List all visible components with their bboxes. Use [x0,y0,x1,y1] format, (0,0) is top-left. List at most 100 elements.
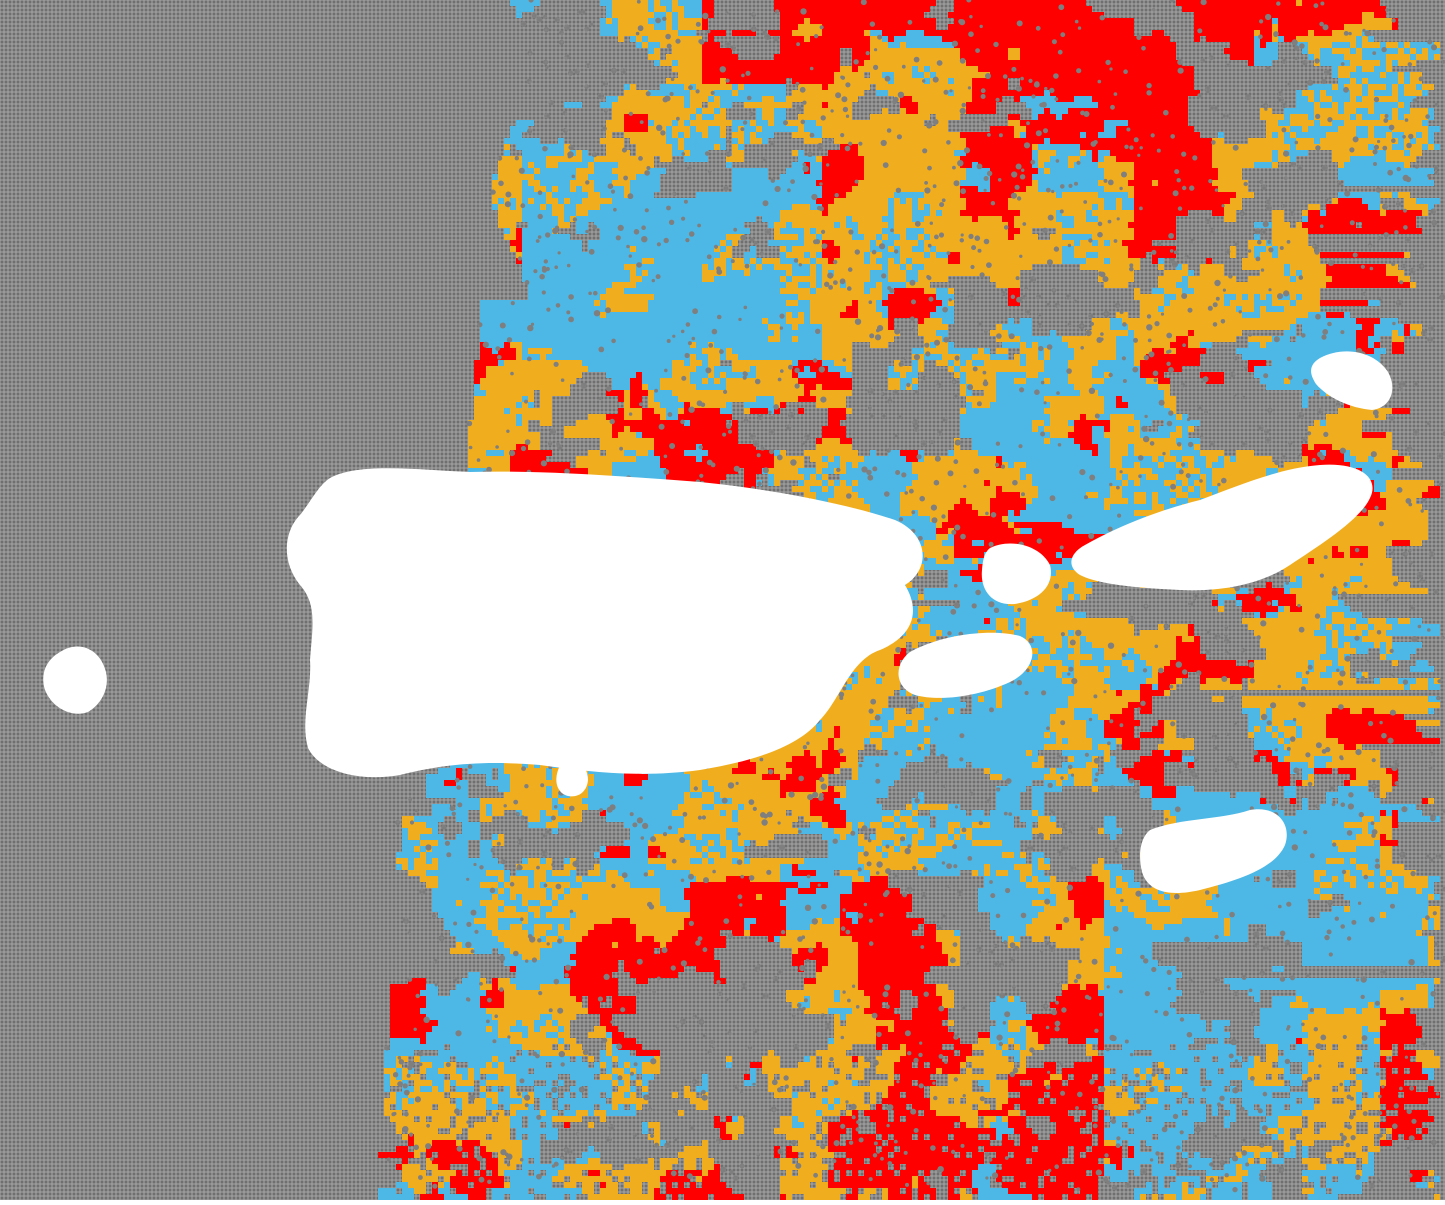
class-cell-run [1320,300,1368,306]
class-cell-run [822,456,828,462]
class-cell-run [1032,144,1038,150]
class-cell-run [780,210,822,216]
class-cell-run [960,426,1032,432]
class-cell-run [828,954,858,960]
class-cell-run [708,102,720,108]
class-cell-run [1266,612,1278,618]
class-cell-run [852,918,858,924]
class-cell-run [468,450,486,456]
class-cell-run [666,138,678,144]
class-cell-run [1302,456,1308,462]
class-cell-run [468,1062,486,1068]
class-cell-run [672,360,684,366]
class-cell-run [648,42,660,48]
class-cell-run [786,888,798,894]
class-cell-run [612,1068,624,1074]
class-cell-run [1152,804,1278,810]
class-cell-run [1410,684,1428,690]
class-cell-run [768,318,786,324]
class-cell-run [528,912,534,918]
class-cell-run [1350,552,1368,558]
class-cell-run [558,924,564,930]
class-cell-run [1092,786,1098,792]
class-cell-run [870,42,888,48]
class-cell-run [744,84,786,90]
class-cell-run [726,876,750,882]
class-cell-run [1050,378,1068,384]
class-cell-run [822,234,852,240]
class-cell-run [834,1038,876,1044]
class-cell-run [1416,660,1428,666]
class-cell-run [1050,720,1086,726]
class-cell-run [708,36,714,42]
class-cell-run [672,18,678,24]
class-cell-run [492,810,504,816]
class-cell-run [1104,762,1116,768]
class-cell-run [816,120,924,126]
class-cell-run [1032,474,1116,480]
class-cell-run [1110,834,1116,840]
class-cell-run [636,264,702,270]
class-cell-run [630,426,738,432]
class-cell-run [1020,360,1026,366]
class-cell-run [1302,732,1326,738]
class-cell-run [582,198,612,204]
class-cell-run [900,822,906,828]
class-cell-run [1356,318,1380,324]
class-cell-run [612,1056,618,1062]
class-cell-run [750,264,756,270]
class-cell-run [702,6,714,12]
class-cell-run [858,762,906,768]
class-cell-run [654,48,660,54]
class-cell-run [1026,930,1104,936]
class-cell-run [1164,750,1170,756]
class-cell-run [690,114,696,120]
class-cell-run [840,906,912,912]
class-cell-run [804,18,810,24]
class-cell-run [816,726,822,732]
class-cell-run [1428,132,1434,138]
class-cell-run [414,864,438,870]
class-cell-run [912,204,918,210]
class-cell-run [1134,288,1140,294]
class-cell-run [1374,642,1380,648]
class-cell-run [1362,1050,1380,1056]
class-cell-run [1062,780,1074,786]
class-cell-run [780,1074,846,1080]
class-cell-run [978,696,984,702]
class-cell-run [492,804,552,810]
class-cell-run [522,258,642,264]
class-cell-run [912,468,1020,474]
class-cell-run [390,990,420,996]
class-cell-run [750,408,768,414]
class-cell-run [864,156,960,162]
class-cell-run [1212,894,1320,900]
class-cell-run [1056,606,1062,612]
class-cell-run [1152,504,1164,510]
class-cell-run [1302,390,1314,396]
class-cell-run [1068,582,1074,588]
class-cell-run [1254,666,1308,672]
class-cell-run [492,1014,540,1020]
class-cell-run [1104,120,1128,126]
class-cell-run [1248,336,1272,342]
class-cell-run [426,1068,438,1074]
class-cell-run [894,72,912,78]
class-cell-run [1176,348,1206,354]
class-cell-run [1140,780,1164,786]
class-cell-run [1194,444,1200,450]
class-cell-run [894,714,924,720]
class-cell-run [1074,708,1092,714]
class-cell-run [1056,732,1086,738]
class-cell-run [1254,612,1260,618]
class-cell-run [966,60,1182,66]
class-cell-run [438,912,486,918]
class-cell-run [1044,354,1050,360]
class-cell-run [1074,354,1116,360]
class-cell-run [1032,864,1038,870]
class-cell-run [684,798,714,804]
class-cell-run [948,828,954,834]
class-cell-run [1380,1002,1428,1008]
class-cell-run [1140,372,1164,378]
class-cell-run [624,288,780,294]
